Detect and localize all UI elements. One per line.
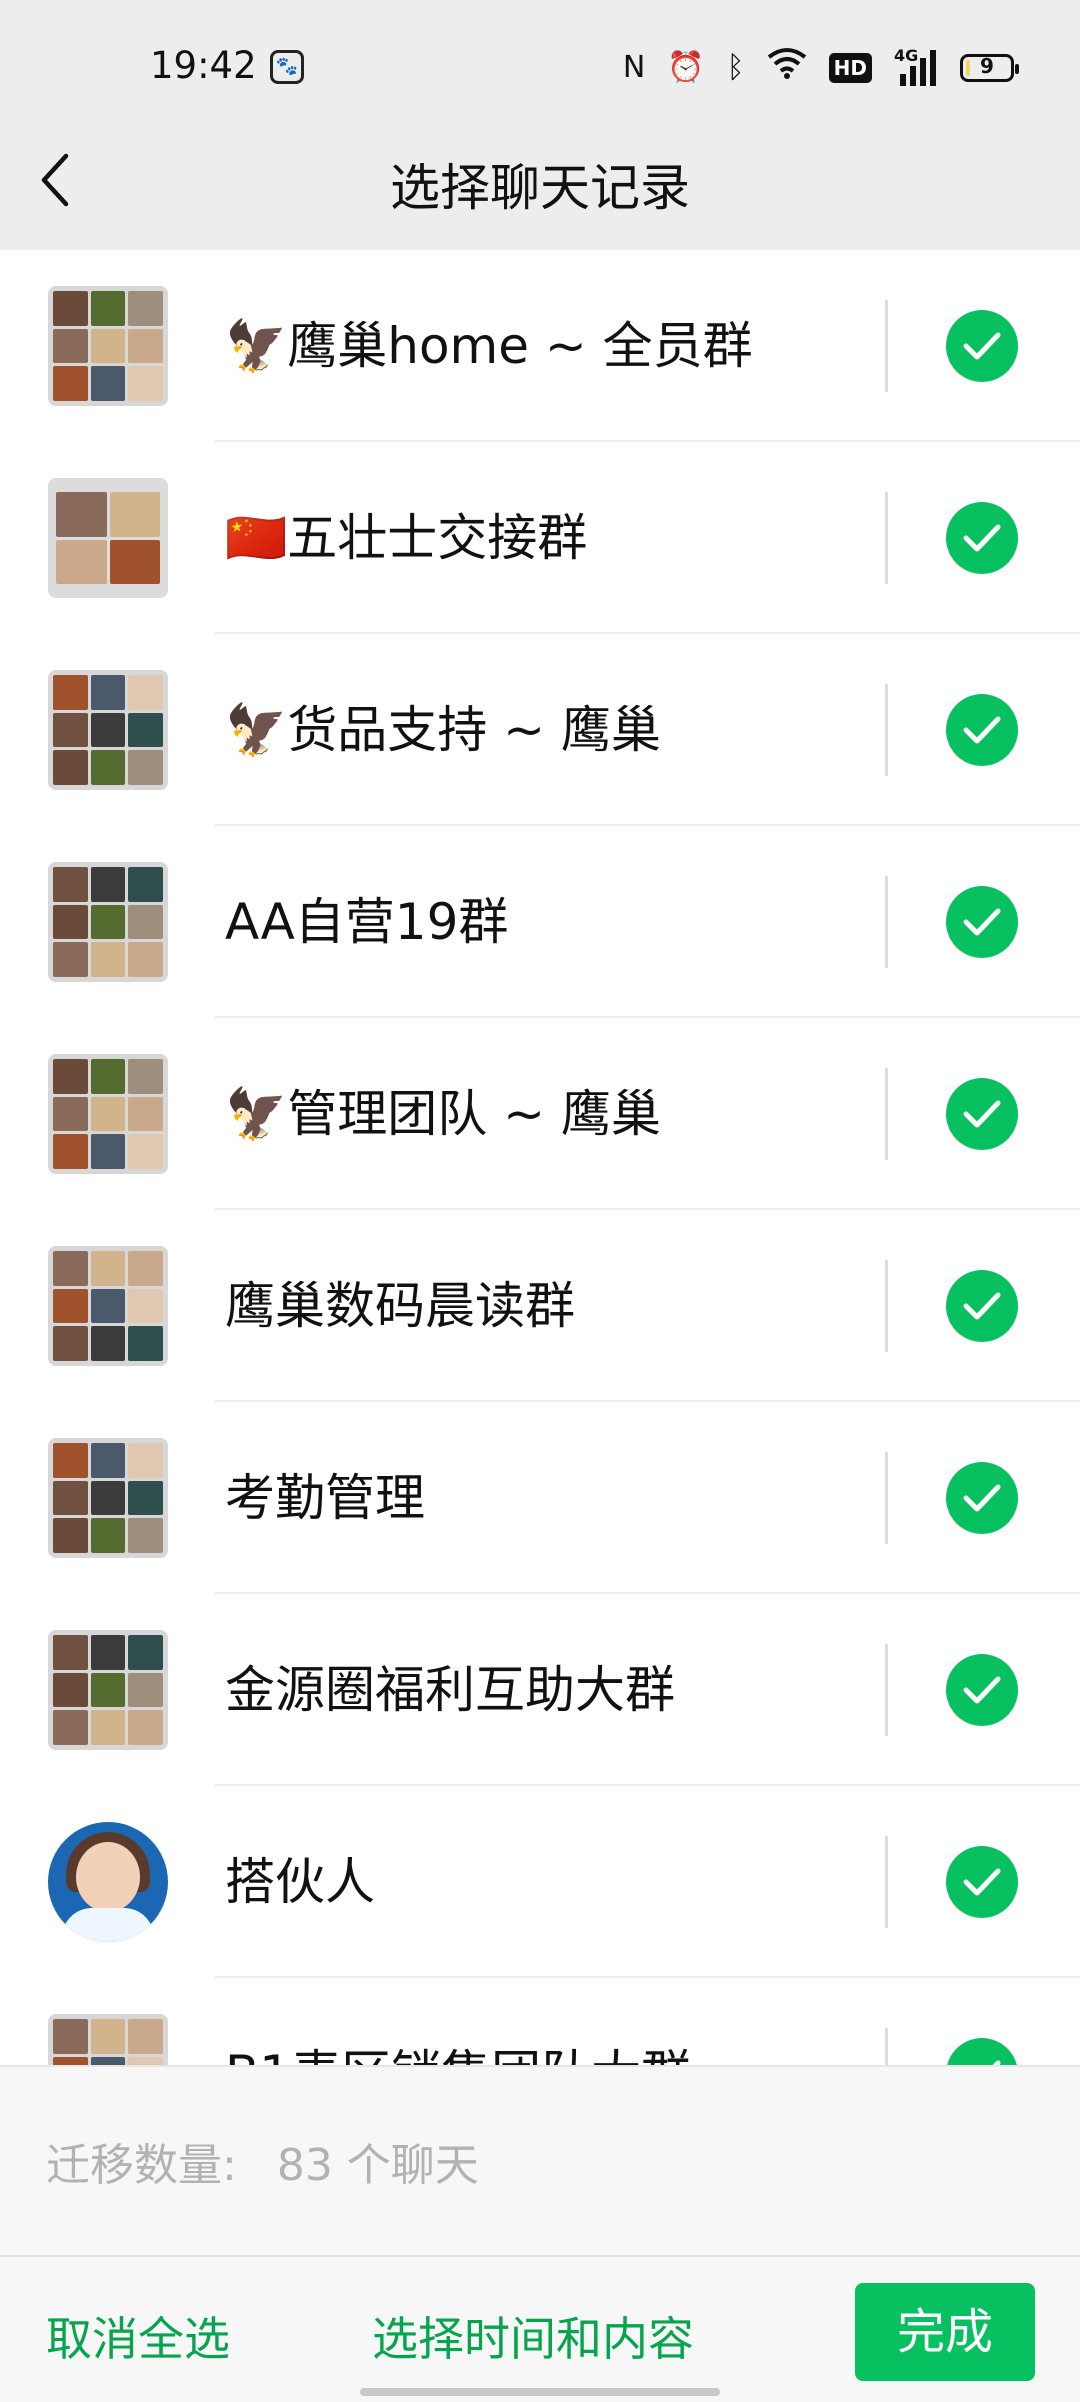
done-button[interactable]: 完成 [855,2283,1035,2381]
status-bar: 19:42 🐾 Ν ⏰ ᛒ HD 4G 9 [0,0,1080,135]
chat-row[interactable]: 🦅货品支持 ~ 鹰巢 [0,634,1080,826]
chat-name: 🇨🇳五壮士交接群 [225,509,588,567]
paw-notification-icon: 🐾 [270,50,304,84]
checkmark-icon[interactable] [946,694,1018,766]
chat-row[interactable]: 考勤管理 [0,1402,1080,1594]
chat-name: B1麦区销售团队大群 [225,1978,691,2065]
chat-name: 搭伙人 [225,1853,375,1911]
hd-icon: HD [828,53,872,83]
row-divider [885,492,888,584]
row-divider [885,300,888,392]
checkmark-icon[interactable] [946,310,1018,382]
chat-row[interactable]: 🇨🇳五壮士交接群 [0,442,1080,634]
chat-name: 金源圈福利互助大群 [225,1661,675,1719]
checkmark-icon[interactable] [946,1654,1018,1726]
checkmark-icon[interactable] [946,1270,1018,1342]
chat-row[interactable]: B1麦区销售团队大群 [0,1978,1080,2065]
checkmark-icon[interactable] [946,1846,1018,1918]
migration-count-value: 83 个聊天 [276,2140,479,2191]
group-avatar [48,2014,168,2065]
chat-name: 🦅鹰巢home ~ 全员群 [225,317,753,375]
checkmark-icon[interactable] [946,1462,1018,1534]
row-divider [885,2028,888,2065]
select-time-content-button[interactable]: 选择时间和内容 [372,2303,694,2369]
chat-row[interactable]: 鹰巢数码晨读群 [0,1210,1080,1402]
group-avatar [48,1054,168,1174]
signal-4g-icon: 4G [894,46,938,86]
group-avatar [48,862,168,982]
chat-row[interactable]: AA自营19群 [0,826,1080,1018]
chat-row[interactable]: 金源圈福利互助大群 [0,1594,1080,1786]
page-title: 选择聊天记录 [390,159,690,217]
status-icons: Ν ⏰ ᛒ HD 4G 9 [622,46,1019,90]
group-avatar [48,286,168,406]
row-divider [885,876,888,968]
chat-name: 鹰巢数码晨读群 [225,1277,575,1335]
checkmark-icon[interactable] [946,502,1018,574]
chat-row[interactable]: 🦅管理团队 ~ 鹰巢 [0,1018,1080,1210]
status-time: 19:42 [150,44,257,87]
alarm-icon: ⏰ [667,50,705,85]
group-avatar [48,670,168,790]
group-avatar [48,478,168,598]
checkmark-icon[interactable] [946,886,1018,958]
migration-count: 迁移数量: 83 个聊天 [46,2129,479,2193]
chat-row[interactable]: 🦅鹰巢home ~ 全员群 [0,250,1080,442]
chat-name: AA自营19群 [225,893,509,951]
nfc-icon: Ν [622,50,646,85]
top-bar: 19:42 🐾 Ν ⏰ ᛒ HD 4G 9 选择聊天记录 [0,0,1080,250]
network-type-label: 4G [894,46,919,65]
row-divider [885,1068,888,1160]
row-divider [885,684,888,776]
contact-avatar [48,1822,168,1942]
battery-icon: 9 [960,54,1019,82]
chat-list[interactable]: 🦅鹰巢home ~ 全员群 🇨🇳五壮士交接群 🦅货品支持 ~ 鹰巢 AA自营19群 🦅管… [0,250,1080,2065]
wifi-icon [767,47,807,90]
checkmark-icon[interactable] [946,2038,1018,2065]
chat-name: 🦅管理团队 ~ 鹰巢 [225,1085,661,1143]
row-divider [885,1452,888,1544]
group-avatar [48,1630,168,1750]
checkmark-icon[interactable] [946,1078,1018,1150]
chat-name: 🦅货品支持 ~ 鹰巢 [225,701,661,759]
row-divider [885,1260,888,1352]
migration-count-label: 迁移数量: [46,2140,237,2191]
battery-level: 9 [980,54,994,78]
row-divider [885,1644,888,1736]
row-divider [885,1836,888,1928]
chat-name: 考勤管理 [225,1469,425,1527]
deselect-all-button[interactable]: 取消全选 [46,2303,230,2369]
group-avatar [48,1246,168,1366]
chat-row[interactable]: 搭伙人 [0,1786,1080,1978]
footer-divider [0,2255,1080,2257]
group-avatar [48,1438,168,1558]
bluetooth-icon: ᛒ [726,50,745,85]
home-indicator [360,2388,720,2396]
